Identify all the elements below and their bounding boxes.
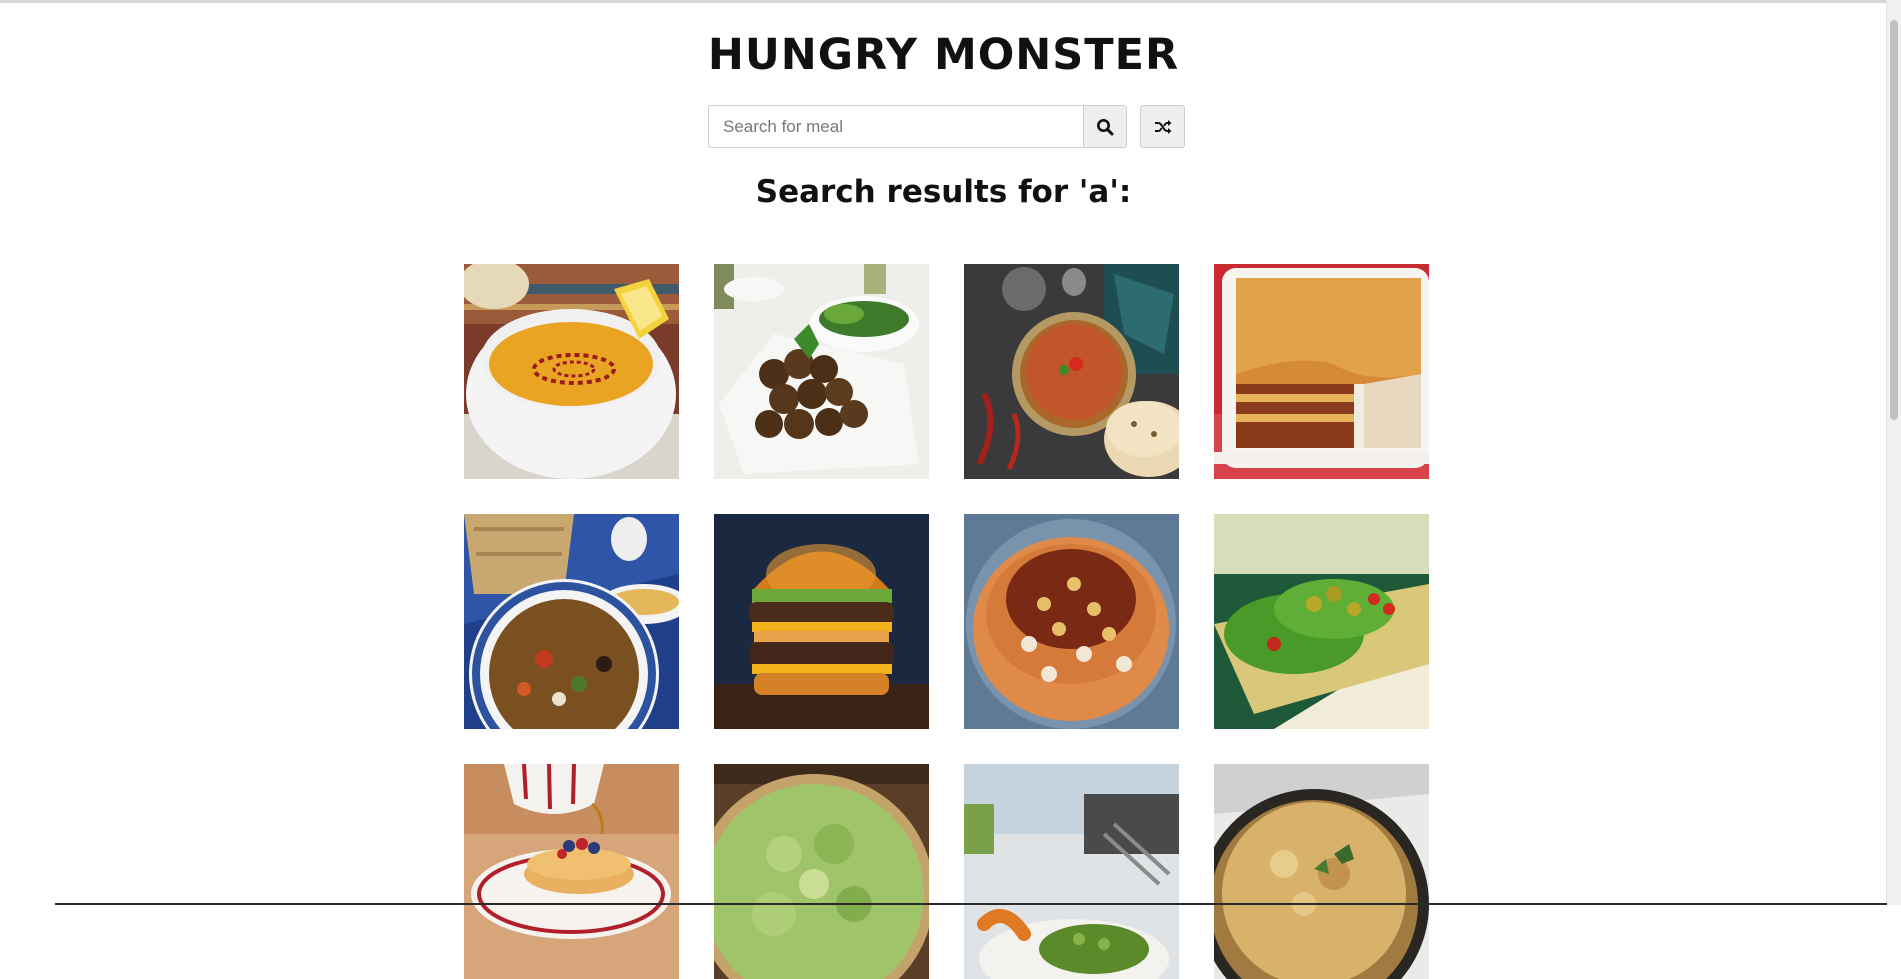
meal-card-lentil-soup[interactable] — [464, 264, 679, 479]
green-dish-photo — [964, 764, 1179, 979]
results-heading: Search results for 'a': — [0, 172, 1887, 212]
window-top-border — [0, 0, 1901, 3]
baked-casserole-photo — [1214, 764, 1429, 979]
meal-card-tunisian-salad[interactable] — [464, 514, 679, 729]
meal-card-burger[interactable] — [714, 514, 929, 729]
search-input[interactable] — [708, 105, 1083, 148]
meal-card-green-dish[interactable] — [964, 764, 1179, 979]
leek-quiche-photo — [714, 764, 929, 979]
tunisian-salad-photo — [464, 514, 679, 729]
meal-card-leek-quiche[interactable] — [714, 764, 929, 979]
curry-with-naan-photo — [964, 264, 1179, 479]
search-icon — [1096, 118, 1114, 136]
page-title: HUNGRY MONSTER — [0, 30, 1887, 80]
meal-card-baked-casserole[interactable] — [1214, 764, 1429, 979]
meal-card-falafel[interactable] — [714, 264, 929, 479]
scrollbar-thumb[interactable] — [1890, 20, 1898, 420]
lasagne-photo — [1214, 264, 1429, 479]
vertical-scrollbar[interactable] — [1886, 0, 1901, 905]
search-bar — [708, 105, 1127, 148]
koshari-photo — [964, 514, 1179, 729]
meal-card-nachos[interactable] — [1214, 514, 1429, 729]
falafel-photo — [714, 264, 929, 479]
random-meal-button[interactable] — [1140, 105, 1185, 148]
meal-card-lasagne[interactable] — [1214, 264, 1429, 479]
shuffle-icon — [1154, 119, 1172, 135]
meal-card-koshari[interactable] — [964, 514, 1179, 729]
double-cheeseburger-photo — [714, 514, 929, 729]
meal-card-pancakes[interactable] — [464, 764, 679, 979]
lentil-soup-photo — [464, 264, 679, 479]
nachos-photo — [1214, 514, 1429, 729]
meals-grid — [464, 264, 1429, 979]
pancakes-photo — [464, 764, 679, 979]
search-button[interactable] — [1083, 105, 1127, 148]
meal-card-curry[interactable] — [964, 264, 1179, 479]
